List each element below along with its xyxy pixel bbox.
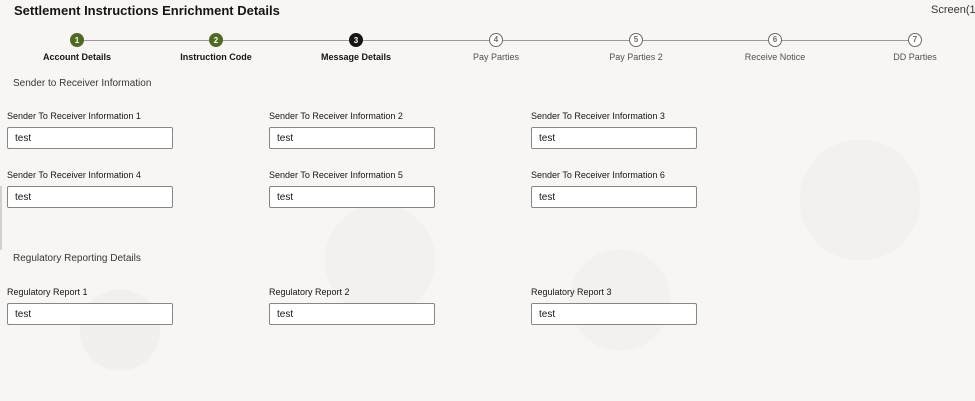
- sender-info-3-input[interactable]: [531, 127, 697, 149]
- sender-info-4-field: Sender To Receiver Information 4: [7, 170, 177, 208]
- step-3-label: Message Details: [320, 52, 392, 62]
- sender-info-5-input[interactable]: [269, 186, 435, 208]
- step-4-indicator: 4: [489, 33, 503, 47]
- sender-info-2-input[interactable]: [269, 127, 435, 149]
- screen-indicator: Screen(1/2: [931, 4, 975, 16]
- sender-info-6-field: Sender To Receiver Information 6: [531, 170, 701, 208]
- step-5-label: Pay Parties 2: [609, 52, 663, 62]
- step-3-indicator: 3: [349, 33, 363, 47]
- regulatory-report-2-label: Regulatory Report 2: [269, 287, 350, 297]
- step-1-label: Account Details: [42, 52, 111, 62]
- sender-info-3-field: Sender To Receiver Information 3: [531, 111, 701, 149]
- page-title: Settlement Instructions Enrichment Detai…: [14, 3, 280, 18]
- sender-info-1-label: Sender To Receiver Information 1: [7, 111, 141, 121]
- step-6-label: Receive Notice: [744, 52, 806, 62]
- step-pay-parties[interactable]: 4 Pay Parties: [426, 30, 566, 62]
- left-edge-divider: [0, 186, 2, 250]
- step-4-label: Pay Parties: [472, 52, 520, 62]
- sender-info-6-label: Sender To Receiver Information 6: [531, 170, 665, 180]
- regulatory-report-2-input[interactable]: [269, 303, 435, 325]
- regulatory-report-2-field: Regulatory Report 2: [269, 287, 439, 325]
- sender-info-5-field: Sender To Receiver Information 5: [269, 170, 439, 208]
- regulatory-report-1-field: Regulatory Report 1: [7, 287, 177, 325]
- step-account-details[interactable]: 1 Account Details: [7, 30, 147, 62]
- step-message-details[interactable]: 3 Message Details: [286, 30, 426, 62]
- step-instruction-code[interactable]: 2 Instruction Code: [146, 30, 286, 62]
- step-6-indicator: 6: [768, 33, 782, 47]
- step-7-label: DD Parties: [893, 52, 937, 62]
- regulatory-section-title: Regulatory Reporting Details: [13, 253, 141, 264]
- regulatory-report-3-input[interactable]: [531, 303, 697, 325]
- regulatory-report-1-label: Regulatory Report 1: [7, 287, 88, 297]
- regulatory-report-3-field: Regulatory Report 3: [531, 287, 701, 325]
- step-1-indicator: 1: [70, 33, 84, 47]
- sender-info-3-label: Sender To Receiver Information 3: [531, 111, 665, 121]
- sender-info-2-field: Sender To Receiver Information 2: [269, 111, 439, 149]
- sender-info-1-field: Sender To Receiver Information 1: [7, 111, 177, 149]
- regulatory-report-1-input[interactable]: [7, 303, 173, 325]
- sender-section-title: Sender to Receiver Information: [13, 78, 152, 89]
- page-header: Settlement Instructions Enrichment Detai…: [0, 0, 975, 26]
- sender-info-5-label: Sender To Receiver Information 5: [269, 170, 403, 180]
- sender-info-4-input[interactable]: [7, 186, 173, 208]
- sender-info-6-input[interactable]: [531, 186, 697, 208]
- step-receive-notice[interactable]: 6 Receive Notice: [705, 30, 845, 62]
- step-pay-parties-2[interactable]: 5 Pay Parties 2: [566, 30, 706, 62]
- step-7-indicator: 7: [908, 33, 922, 47]
- step-2-label: Instruction Code: [180, 52, 252, 62]
- sender-info-4-label: Sender To Receiver Information 4: [7, 170, 141, 180]
- step-2-indicator: 2: [209, 33, 223, 47]
- step-5-indicator: 5: [629, 33, 643, 47]
- step-dd-parties[interactable]: 7 DD Parties: [845, 30, 975, 62]
- sender-info-1-input[interactable]: [7, 127, 173, 149]
- wizard-stepper: 1 Account Details 2 Instruction Code 3 M…: [0, 30, 975, 70]
- regulatory-report-3-label: Regulatory Report 3: [531, 287, 612, 297]
- sender-info-2-label: Sender To Receiver Information 2: [269, 111, 403, 121]
